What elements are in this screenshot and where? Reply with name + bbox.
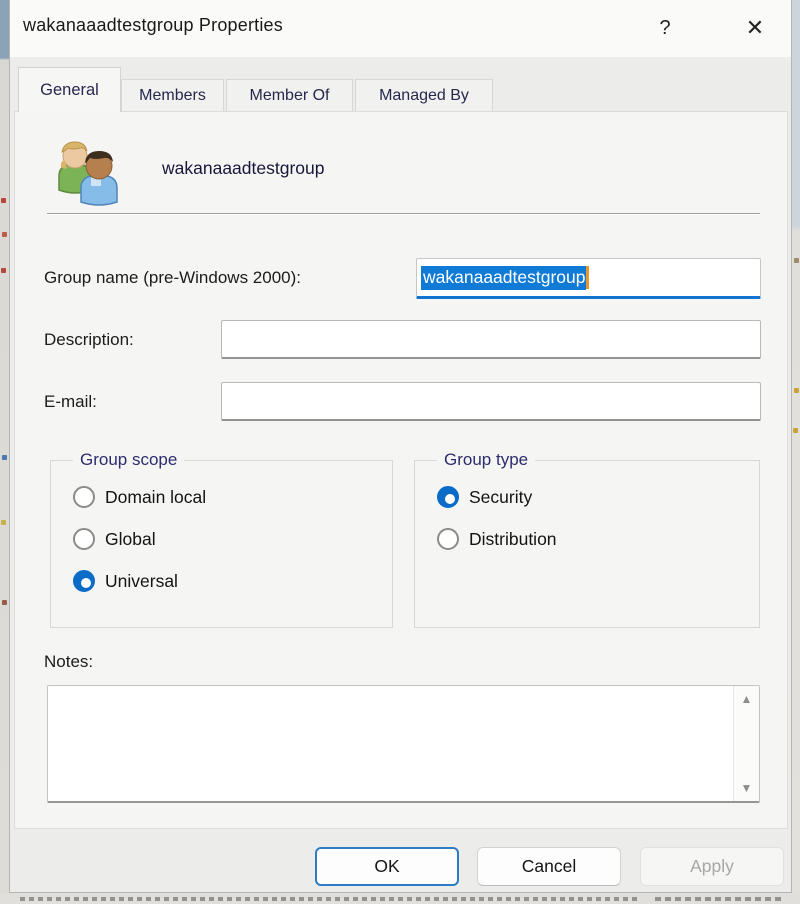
radio-universal[interactable]: Universal [73, 570, 178, 592]
tab-page-general: wakanaaadtestgroup Group name (pre-Windo… [14, 111, 788, 829]
tab-general[interactable]: General [18, 67, 121, 112]
help-button[interactable]: ? [646, 9, 684, 47]
pre-windows-name-label: Group name (pre-Windows 2000): [44, 268, 302, 287]
group-type-fieldset: Group type Security Distribution [414, 450, 760, 628]
tab-member-of[interactable]: Member Of [226, 79, 353, 111]
radio-label: Distribution [469, 528, 557, 549]
background-speck [2, 600, 7, 605]
radio-icon [73, 486, 95, 508]
tab-label: Member Of [249, 86, 330, 104]
email-input[interactable] [221, 382, 761, 421]
radio-icon [437, 486, 459, 508]
description-label: Description: [44, 330, 134, 349]
close-button[interactable]: ✕ [736, 9, 774, 47]
description-value [222, 321, 760, 357]
radio-distribution[interactable]: Distribution [437, 528, 557, 550]
close-icon: ✕ [745, 15, 765, 40]
radio-icon [437, 528, 459, 550]
notes-textarea[interactable]: ▲ ▼ [47, 685, 760, 803]
email-value [222, 383, 760, 419]
radio-icon [73, 528, 95, 550]
scroll-up-icon[interactable]: ▲ [741, 693, 753, 705]
background-window-sliver-right [792, 0, 800, 904]
ok-button[interactable]: OK [315, 847, 459, 886]
notes-label: Notes: [44, 652, 94, 671]
radio-label: Security [469, 486, 533, 507]
selected-text: wakanaaadtestgroup [421, 265, 587, 290]
radio-label: Global [105, 528, 156, 549]
email-label: E-mail: [44, 392, 97, 411]
background-speck [2, 455, 7, 460]
notes-value [48, 686, 759, 801]
radio-icon [73, 570, 95, 592]
tab-managed-by[interactable]: Managed By [355, 79, 493, 111]
apply-button[interactable]: Apply [640, 847, 784, 886]
screen: wakanaaadtestgroup Properties ? ✕ Genera… [0, 0, 800, 904]
divider [47, 213, 760, 215]
cancel-button[interactable]: Cancel [477, 847, 621, 886]
description-input[interactable] [221, 320, 761, 359]
radio-security[interactable]: Security [437, 486, 532, 508]
apply-button-label: Apply [690, 856, 734, 876]
ok-button-label: OK [374, 856, 400, 876]
background-speck [1, 268, 6, 273]
radio-domain-local[interactable]: Domain local [73, 486, 206, 508]
group-scope-legend: Group scope [73, 450, 185, 470]
background-speck [794, 258, 799, 263]
tab-members[interactable]: Members [121, 79, 224, 111]
background-window-sliver-left [0, 0, 9, 904]
properties-dialog: wakanaaadtestgroup Properties ? ✕ Genera… [9, 0, 792, 893]
group-name-text: wakanaaadtestgroup [162, 158, 325, 178]
group-type-legend: Group type [437, 450, 536, 470]
tab-label: Members [139, 86, 206, 104]
notes-scrollbar[interactable]: ▲ ▼ [733, 686, 759, 801]
background-speck [793, 428, 798, 433]
group-users-icon [45, 136, 121, 211]
background-speck [1, 198, 6, 203]
tab-label: General [40, 80, 99, 99]
cancel-button-label: Cancel [521, 856, 577, 876]
background-speck [2, 232, 7, 237]
text-caret [586, 266, 590, 289]
radio-label: Domain local [105, 486, 207, 507]
help-icon: ? [659, 16, 671, 39]
dialog-title: wakanaaadtestgroup Properties [23, 15, 283, 35]
background-speck [1, 520, 6, 525]
scroll-down-icon[interactable]: ▼ [741, 782, 753, 794]
radio-label: Universal [105, 570, 178, 591]
background-speck [794, 388, 799, 393]
pre-windows-name-input[interactable]: wakanaaadtestgroup [416, 258, 761, 299]
screen-artifact-strip [0, 893, 800, 904]
group-scope-fieldset: Group scope Domain local Global Universa… [50, 450, 393, 628]
radio-global[interactable]: Global [73, 528, 156, 550]
tab-label: Managed By [379, 86, 469, 104]
titlebar: wakanaaadtestgroup Properties ? ✕ [10, 0, 791, 57]
